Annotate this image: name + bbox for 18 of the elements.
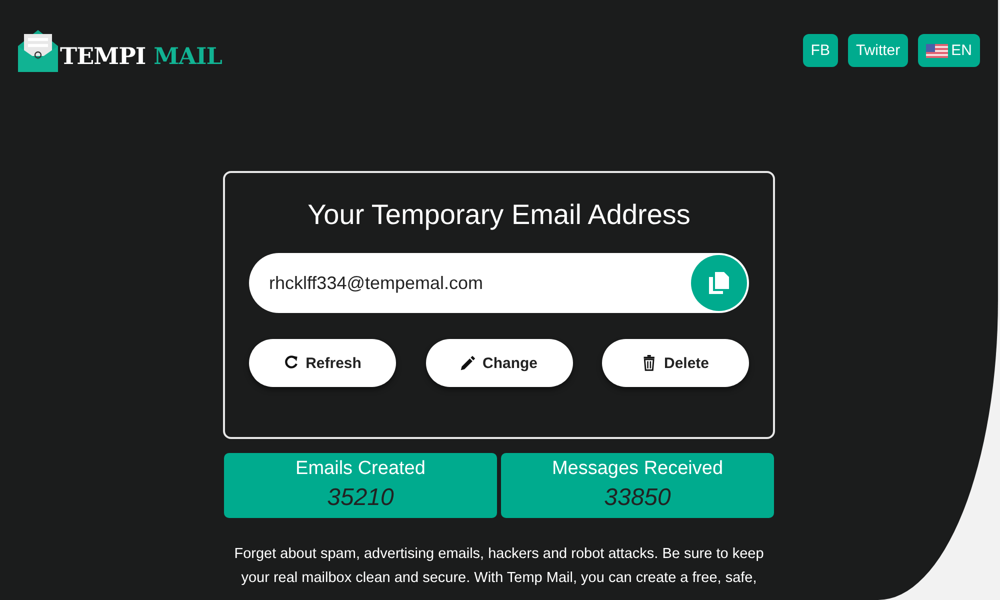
card-title: Your Temporary Email Address — [306, 199, 692, 231]
action-button[interactable]: Delete — [602, 339, 749, 387]
logo-text: MAIL — [154, 43, 222, 70]
stat-value: 35210 — [326, 484, 395, 512]
stat-label: Messages Received — [550, 458, 724, 480]
email-field[interactable]: rhcklff334@tempemal.com — [249, 253, 749, 313]
stat-label: Emails Created — [294, 458, 426, 480]
logo-text: TEMPI — [60, 43, 146, 70]
action-button[interactable]: Change — [426, 339, 572, 387]
stat-value: 33850 — [603, 484, 672, 512]
pencil-icon — [460, 355, 476, 371]
flag-icon — [926, 44, 948, 58]
email-address: rhcklff334@tempemal.com — [269, 272, 484, 294]
copy-button[interactable] — [691, 255, 747, 311]
copy-icon — [709, 272, 729, 294]
action-button[interactable]: Refresh — [249, 339, 396, 387]
intro-text: Forget about spam, advertising emails, hackers and robot attacks. Be sure to keep your real mailbox clean and secure. With Temp Mail, you can create a free, safe, — [233, 545, 765, 588]
refresh-icon — [284, 355, 300, 371]
